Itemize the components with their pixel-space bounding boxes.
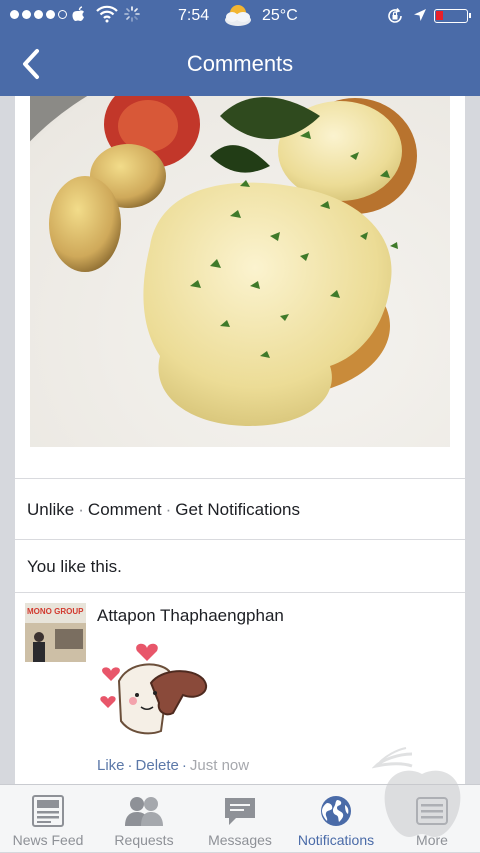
wifi-icon [96, 5, 118, 28]
delete-comment-link[interactable]: Delete [136, 757, 179, 774]
post-card: Unlike · Comment · Get Notifications You lik… [15, 96, 465, 784]
divider [15, 478, 465, 479]
get-notifications-link[interactable]: Get Notifications [175, 500, 300, 519]
requests-icon [125, 797, 163, 826]
signal-strength-icon [10, 10, 67, 19]
divider [15, 539, 465, 540]
tab-label: Notifications [297, 832, 375, 848]
avatar[interactable]: MONO GROUP [25, 603, 86, 662]
battery-icon [434, 9, 471, 23]
status-bar: 7:54 25°C [0, 0, 480, 34]
tab-messages[interactable]: Messages [192, 785, 288, 853]
hearts-sticker-icon [97, 637, 215, 737]
tab-label: More [416, 832, 448, 848]
post-photo[interactable] [30, 96, 450, 447]
comment-meta: Like · Delete · Just now [97, 757, 250, 774]
comment-item: MONO GROUP Attapon Thaphaengphan Like · De… [15, 593, 465, 783]
tab-label: Messages [208, 832, 272, 848]
unlike-link[interactable]: Unlike [27, 500, 74, 519]
tab-more[interactable]: More [384, 785, 480, 853]
post-actions: Unlike · Comment · Get Notifications [27, 500, 301, 519]
location-arrow-icon [412, 7, 428, 26]
news-feed-icon [32, 795, 64, 827]
notifications-globe-icon [321, 796, 351, 826]
activity-spinner-icon [124, 6, 140, 26]
battery-level [436, 11, 443, 20]
tab-bar: News Feed Requests Messages Notification… [0, 784, 480, 852]
page-title: Comments [186, 51, 294, 76]
navigation-bar: Comments [0, 34, 480, 96]
rotation-lock-icon [386, 7, 404, 28]
weather-cloudy-sun-icon [223, 3, 253, 29]
tab-label: Requests [114, 832, 174, 848]
carrier-apple-icon [70, 6, 88, 28]
tab-notifications[interactable]: Notifications [288, 785, 384, 853]
avatar-logo-text: MONO GROUP [27, 607, 84, 616]
tab-news-feed[interactable]: News Feed [0, 785, 96, 853]
more-icon [416, 797, 448, 825]
comment-author[interactable]: Attapon Thaphaengphan [97, 606, 284, 626]
tab-label: News Feed [12, 832, 84, 848]
likes-summary[interactable]: You like this. [27, 557, 122, 577]
comment-link[interactable]: Comment [88, 500, 162, 519]
like-comment-link[interactable]: Like [97, 757, 125, 774]
status-time: 7:54 [178, 7, 210, 24]
status-temperature: 25°C [262, 7, 298, 24]
messages-icon [225, 798, 255, 825]
comment-timestamp: Just now [189, 757, 250, 774]
tab-requests[interactable]: Requests [96, 785, 192, 853]
